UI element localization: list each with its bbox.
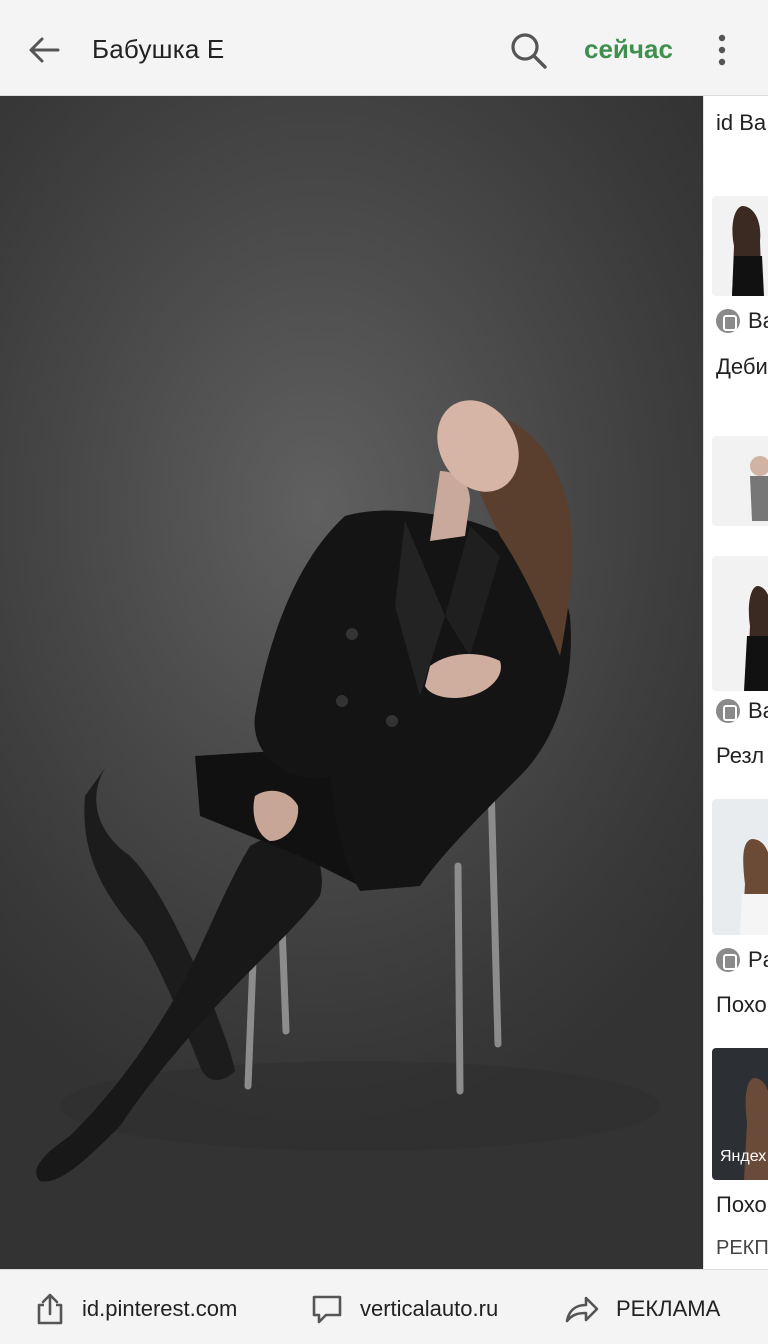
item-caption[interactable]: РЕКП xyxy=(716,1237,768,1260)
thumbnail-watermark: Яндех xyxy=(720,1148,767,1165)
source-name[interactable]: Pa xyxy=(748,947,768,973)
source-icon xyxy=(716,309,740,333)
more-options-icon[interactable] xyxy=(710,30,734,70)
timestamp-label: сейчас xyxy=(584,34,673,64)
share-button[interactable]: id.pinterest.com xyxy=(34,1292,237,1326)
search-icon[interactable] xyxy=(508,30,550,72)
related-heading[interactable]: id Ba xyxy=(716,110,766,136)
item-caption[interactable]: Деби xyxy=(716,354,768,380)
source-icon xyxy=(716,699,740,723)
item-caption[interactable]: Резл xyxy=(716,743,764,769)
related-thumbnail[interactable]: Яндех xyxy=(712,1048,768,1180)
comment-button[interactable]: verticalauto.ru xyxy=(310,1292,498,1326)
related-panel: id Ba Ba Деби Ba Резл Pa Похо Яндех Похо… xyxy=(703,96,768,1269)
related-thumbnail[interactable] xyxy=(712,196,768,296)
source-name[interactable]: Ba xyxy=(748,308,768,334)
page-title: Бабушка Е xyxy=(92,34,225,64)
bottom-bar: id.pinterest.com verticalauto.ru РЕКЛАМА xyxy=(0,1269,768,1344)
back-arrow-icon[interactable] xyxy=(24,30,64,70)
related-thumbnail[interactable] xyxy=(712,799,768,935)
forward-button[interactable]: РЕКЛАМА xyxy=(564,1292,720,1326)
related-thumbnail[interactable] xyxy=(712,556,768,691)
item-caption[interactable]: Похо xyxy=(716,1192,767,1218)
related-thumbnail[interactable] xyxy=(712,436,768,526)
source-name[interactable]: Ba xyxy=(748,698,768,724)
share-label: id.pinterest.com xyxy=(82,1296,238,1321)
comment-label: verticalauto.ru xyxy=(360,1296,499,1321)
comment-icon xyxy=(312,1295,342,1324)
forward-label: РЕКЛАМА xyxy=(616,1296,721,1321)
item-caption[interactable]: Похо xyxy=(716,992,767,1018)
share-icon xyxy=(37,1293,63,1325)
forward-icon xyxy=(565,1296,599,1323)
main-photo[interactable] xyxy=(0,96,703,1269)
top-bar: Бабушка Е сейчас xyxy=(0,0,768,96)
photo-illustration xyxy=(36,400,660,1182)
source-icon xyxy=(716,948,740,972)
